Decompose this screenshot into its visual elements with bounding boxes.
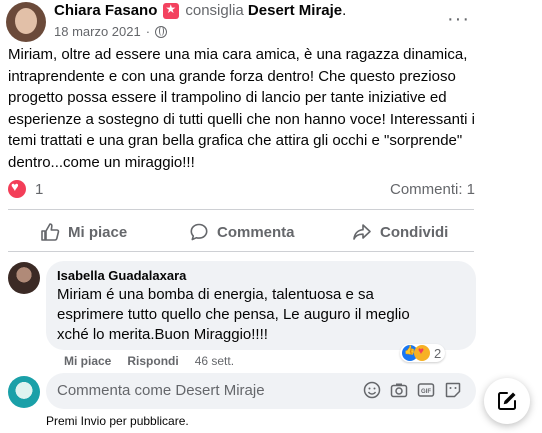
divider xyxy=(8,251,474,252)
commenter-avatar[interactable] xyxy=(8,262,40,294)
date-separator: · xyxy=(145,24,151,39)
my-avatar xyxy=(8,376,40,408)
comment-button[interactable]: Commenta xyxy=(189,220,295,244)
share-icon xyxy=(353,224,371,240)
post-header: Chiara Fasano consiglia Desert Miraje. xyxy=(54,2,346,20)
camera-icon[interactable] xyxy=(390,381,408,399)
recommends-icon xyxy=(163,2,180,19)
comment-reactions[interactable]: 2 xyxy=(400,344,446,362)
comment-time[interactable]: 46 sett. xyxy=(195,354,234,368)
gif-icon[interactable]: GIF xyxy=(417,381,435,399)
recommends-label: consiglia xyxy=(185,2,244,19)
author-name[interactable]: Chiara Fasano xyxy=(54,2,157,19)
header-period: . xyxy=(342,2,347,19)
reaction-count[interactable]: 1 xyxy=(35,181,43,198)
author-avatar[interactable] xyxy=(6,2,46,42)
comment-icon xyxy=(190,223,208,241)
comment-like-link[interactable]: Mi piace xyxy=(64,354,111,368)
comments-count[interactable]: Commenti: 1 xyxy=(390,181,475,198)
comment-input-placeholder[interactable]: Commenta come Desert Miraje xyxy=(57,382,265,399)
comment-label: Commenta xyxy=(217,223,295,241)
share-button[interactable]: Condividi xyxy=(352,220,448,244)
svg-text:GIF: GIF xyxy=(421,389,431,395)
comment-text: Miriam é una bomba di energia, talentuos… xyxy=(57,286,410,343)
share-label: Condividi xyxy=(380,223,449,241)
sticker-icon[interactable] xyxy=(444,381,462,399)
thumbs-up-icon xyxy=(41,223,60,241)
globe-icon xyxy=(155,25,168,38)
edit-icon xyxy=(498,392,516,410)
page-name-link[interactable]: Desert Miraje xyxy=(248,2,342,19)
like-button[interactable]: Mi piace xyxy=(40,220,127,244)
post-date[interactable]: 18 marzo 2021 xyxy=(54,24,141,39)
composer-tools: GIF xyxy=(363,381,462,399)
composer-hint: Premi Invio per pubblicare. xyxy=(46,414,189,428)
more-options-icon[interactable]: ··· xyxy=(447,8,470,31)
comment-reply-link[interactable]: Rispondi xyxy=(127,354,178,368)
post-text: Miriam, oltre ad essere una mia cara ami… xyxy=(8,46,475,171)
care-reaction-icon xyxy=(414,345,430,361)
new-message-button[interactable] xyxy=(484,378,530,424)
like-label: Mi piace xyxy=(68,223,128,241)
comment-reaction-count: 2 xyxy=(434,345,442,361)
post-meta: 18 marzo 2021 · xyxy=(54,24,168,39)
divider xyxy=(8,209,474,210)
love-reaction-icon[interactable] xyxy=(8,179,26,198)
emoji-icon[interactable] xyxy=(363,381,381,399)
comment-actions: Mi piace Rispondi 46 sett. xyxy=(64,354,234,368)
comment-author[interactable]: Isabella Guadalaxara xyxy=(57,268,186,283)
recommendation-text: consiglia Desert Miraje. xyxy=(185,2,346,19)
